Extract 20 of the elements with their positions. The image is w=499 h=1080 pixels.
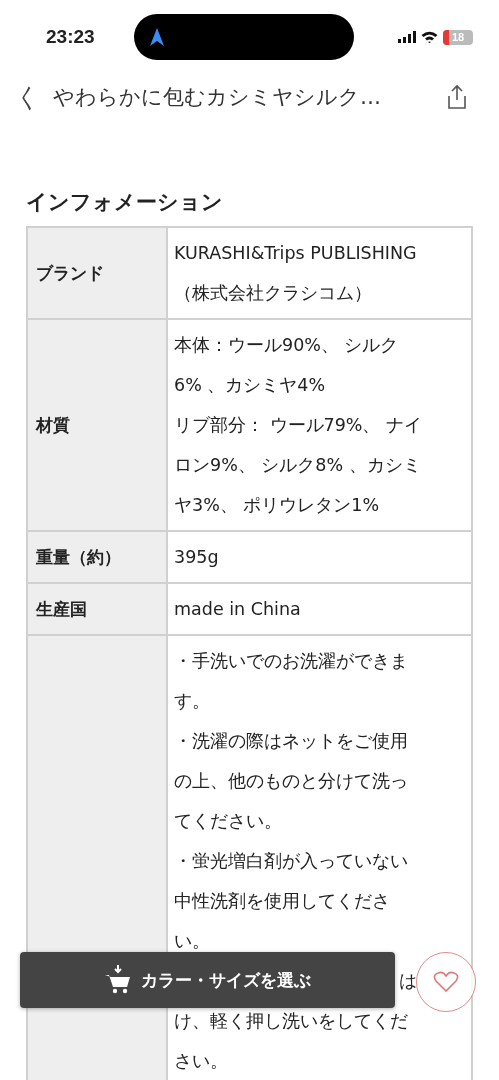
table-header-cell: ブランド (28, 228, 168, 320)
table-cell: KURASHI&Trips PUBLISHING （株式会社クラシコム） (168, 228, 473, 320)
table-header-cell: 生産国 (28, 584, 168, 636)
table-cell: 395g (168, 532, 473, 584)
table-cell: made in China (168, 584, 473, 636)
table-header-cell: 重量（約） (28, 532, 168, 584)
status-time: 23:23 (46, 26, 96, 48)
navigation-arrow-icon (150, 28, 164, 46)
back-button[interactable]: く (16, 79, 39, 115)
table-cell: 本体：ウール90%、 シルク 6% 、カシミヤ4% リブ部分： ウール79%、 ナイ ロン9%、 シルク8% 、カシミ ヤ3%、 ポリウレタン1% (168, 320, 473, 532)
heart-icon (433, 971, 459, 993)
cart-button[interactable]: カラー・サイズを選ぶ (20, 952, 395, 1008)
battery-icon: 18 (443, 29, 473, 45)
cart-icon (104, 965, 131, 995)
table-header-cell: 材質 (28, 320, 168, 532)
wifi-icon (421, 31, 438, 43)
page-title: やわらかに包むカシミヤシルク… (53, 84, 382, 111)
share-icon[interactable] (445, 84, 469, 110)
signal-icon (398, 31, 416, 43)
section-title: インフォメーション (26, 189, 224, 216)
